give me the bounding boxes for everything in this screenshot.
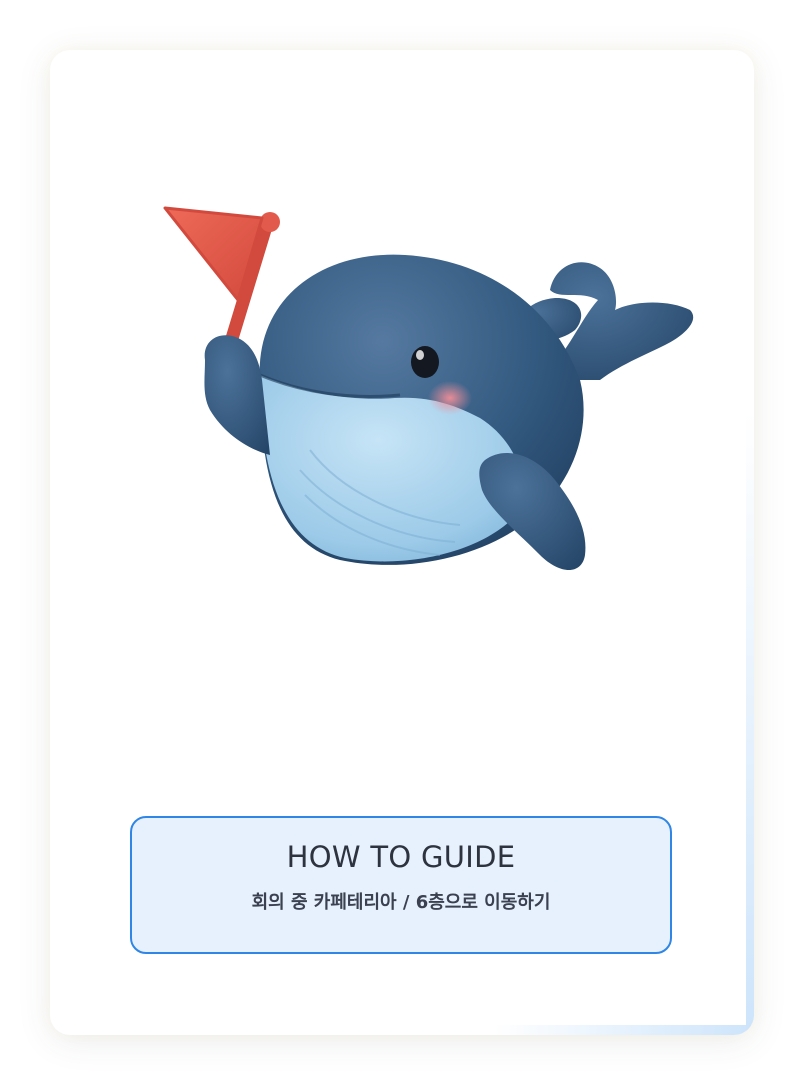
- guide-subtitle: 회의 중 카페테리아 / 6층으로 이동하기: [251, 892, 551, 913]
- how-to-guide-banner[interactable]: HOW TO GUIDE 회의 중 카페테리아 / 6층으로 이동하기: [130, 816, 672, 954]
- guide-title: HOW TO GUIDE: [286, 840, 516, 874]
- page: HOW TO GUIDE 회의 중 카페테리아 / 6층으로 이동하기: [0, 0, 806, 1088]
- flag-icon: [163, 206, 280, 352]
- whale-mascot-icon: [163, 206, 694, 570]
- guide-card: HOW TO GUIDE 회의 중 카페테리아 / 6층으로 이동하기: [50, 50, 754, 1035]
